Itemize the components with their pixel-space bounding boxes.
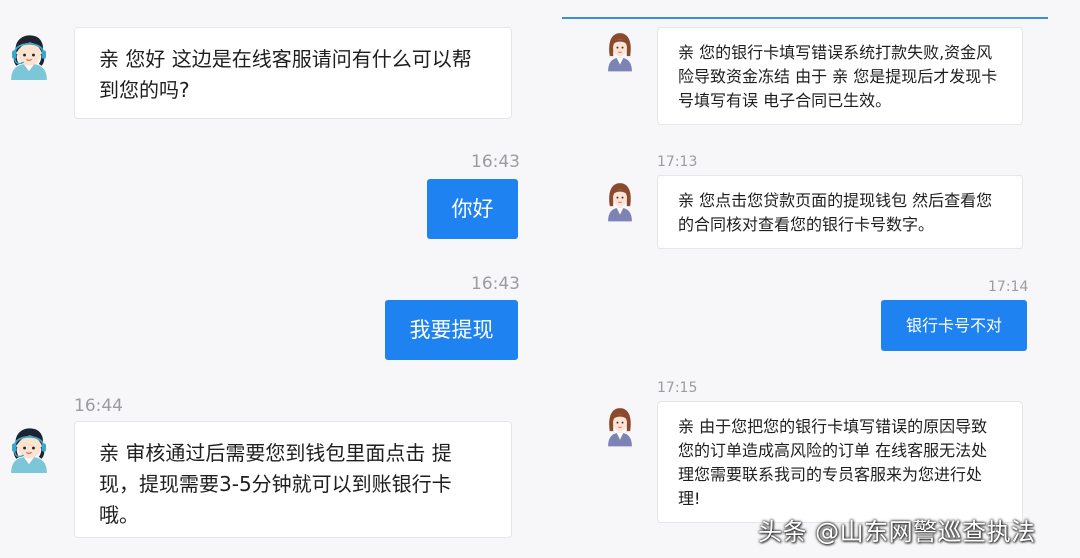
agent-message-text: 亲 您的银行卡填写错误系统打款失败,资金风险导致资金冻结 由于 亲 您是提现后才… [678, 43, 998, 110]
customer-service-agent-icon [4, 30, 54, 80]
message-timestamp: 17:14 [988, 279, 1029, 295]
message-timestamp: 16:43 [471, 274, 520, 294]
user-message-text: 我要提现 [409, 318, 494, 342]
message-timestamp: 17:15 [657, 380, 698, 396]
agent-message-text: 亲 您点击您贷款页面的提现钱包 然后查看您的合同核对查看您的银行卡号数字。 [678, 191, 993, 234]
left-chat-panel: 亲 您好 这边是在线客服请问有什么可以帮到您的吗? 16:43 你好 16:43… [0, 0, 545, 558]
user-message-bubble: 你好 [427, 179, 518, 239]
agent-message-text: 亲 您好 这边是在线客服请问有什么可以帮到您的吗? [99, 47, 472, 102]
woman-agent-avatar-icon [603, 405, 637, 447]
right-chat-panel: 亲 您的银行卡填写错误系统打款失败,资金风险导致资金冻结 由于 亲 您是提现后才… [545, 0, 1080, 558]
header-accent-line [562, 17, 1048, 19]
user-message-bubble: 我要提现 [385, 300, 518, 360]
message-timestamp: 16:43 [471, 152, 520, 172]
message-timestamp: 16:44 [74, 396, 123, 416]
agent-message-bubble: 亲 您好 这边是在线客服请问有什么可以帮到您的吗? [74, 27, 512, 119]
woman-agent-avatar-icon [603, 30, 637, 72]
agent-message-bubble: 亲 审核通过后需要您到钱包里面点击 提现，提现需要3-5分钟就可以到账银行卡哦。 [74, 421, 512, 538]
customer-service-agent-icon [4, 423, 54, 473]
user-message-text: 银行卡号不对 [905, 316, 1002, 335]
source-watermark: 头条 @山东网警巡查执法 [758, 518, 1036, 546]
woman-agent-avatar-icon [603, 180, 637, 222]
message-timestamp: 17:13 [657, 154, 698, 170]
user-message-bubble: 银行卡号不对 [881, 300, 1027, 351]
agent-message-bubble: 亲 您点击您贷款页面的提现钱包 然后查看您的合同核对查看您的银行卡号数字。 [657, 175, 1023, 249]
agent-message-bubble: 亲 您的银行卡填写错误系统打款失败,资金风险导致资金冻结 由于 亲 您是提现后才… [657, 27, 1023, 125]
agent-message-bubble: 亲 由于您把您的银行卡填写错误的原因导致您的订单造成高风险的订单 在线客服无法处… [657, 401, 1023, 523]
user-message-text: 你好 [451, 197, 494, 221]
agent-message-text: 亲 由于您把您的银行卡填写错误的原因导致您的订单造成高风险的订单 在线客服无法处… [678, 417, 988, 508]
agent-message-text: 亲 审核通过后需要您到钱包里面点击 提现，提现需要3-5分钟就可以到账银行卡哦。 [99, 441, 452, 527]
